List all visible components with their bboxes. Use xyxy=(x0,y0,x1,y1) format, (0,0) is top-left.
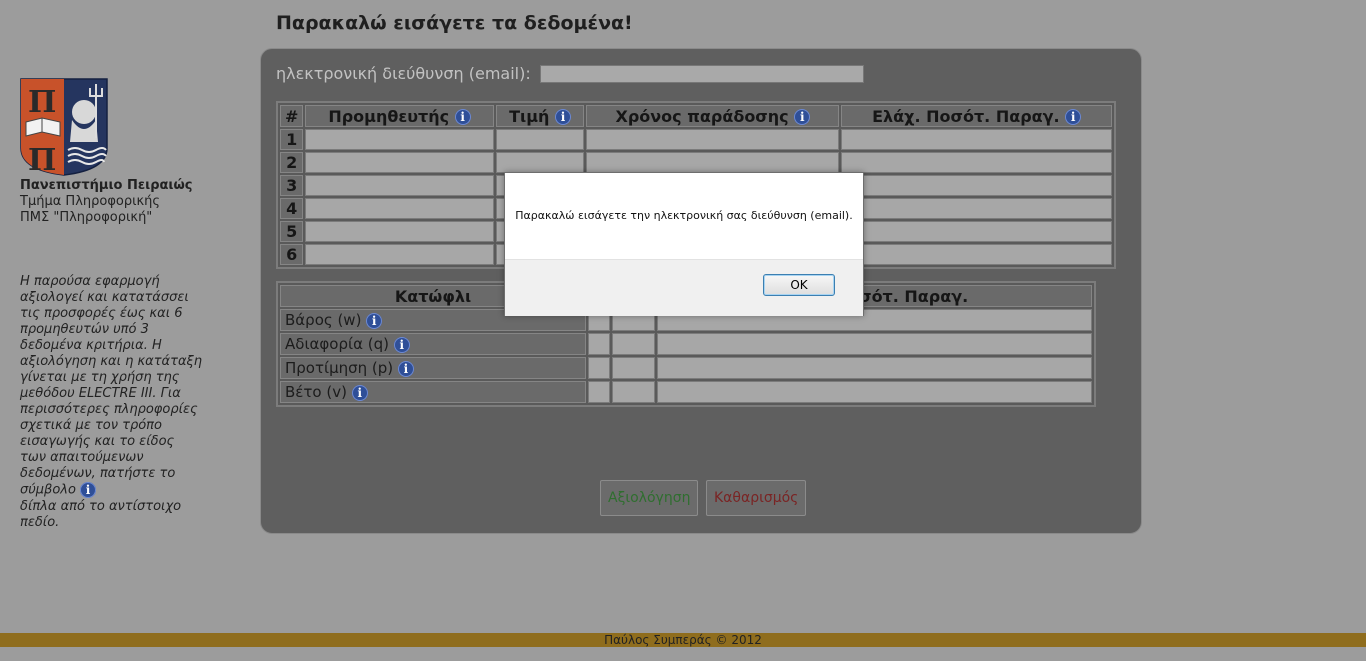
header-price-label: Τιμή xyxy=(509,106,550,126)
min-quantity-input[interactable] xyxy=(841,152,1112,173)
logo-letter-top: Π xyxy=(28,85,56,120)
threshold-label-text: Αδιαφορία (q) xyxy=(285,335,389,353)
email-label: ηλεκτρονική διεύθυνση (email): xyxy=(276,64,531,83)
supplier-input[interactable] xyxy=(305,175,494,196)
supplier-input[interactable] xyxy=(305,198,494,219)
table-row: Αδιαφορία (q) i xyxy=(280,333,1092,355)
weight-info-icon[interactable]: i xyxy=(366,312,383,329)
threshold-label-text: Βέτο (v) xyxy=(285,383,347,401)
row-number: 5 xyxy=(280,221,304,242)
university-logo: Π Π xyxy=(20,78,108,176)
min-quantity-input[interactable] xyxy=(841,221,1112,242)
email-input[interactable] xyxy=(540,65,864,83)
criterion-price-input[interactable] xyxy=(588,333,611,355)
supplier-info-icon[interactable]: i xyxy=(454,109,471,125)
min-quantity-input[interactable] xyxy=(841,175,1112,196)
preference-info-icon[interactable]: i xyxy=(397,360,414,377)
row-number: 1 xyxy=(280,129,304,150)
criterion-delivery-input[interactable] xyxy=(612,357,655,379)
university-name: Πανεπιστήμιο Πειραιώς xyxy=(20,178,193,193)
supplier-input[interactable] xyxy=(305,244,494,265)
table-row: Βέτο (v) i xyxy=(280,381,1092,403)
intro-paragraph-end: δίπλα από το αντίστοιχο πεδίο. xyxy=(20,498,182,530)
department-name: Τμήμα Πληροφορικής xyxy=(20,194,161,209)
threshold-label-text: Προτίμηση (p) xyxy=(285,359,394,377)
header-min-quantity-label: Ελάχ. Ποσότ. Παραγ. xyxy=(872,106,1060,126)
price-info-icon[interactable]: i xyxy=(554,109,571,125)
table-row: 2 xyxy=(280,152,1112,173)
threshold-label: Βέτο (v) i xyxy=(280,381,587,403)
info-icon: i xyxy=(80,482,97,498)
criterion-price-input[interactable] xyxy=(588,357,611,379)
min-quantity-input[interactable] xyxy=(841,244,1112,265)
row-number: 2 xyxy=(280,152,304,173)
header-min-quantity: Ελάχ. Ποσότ. Παραγ. i xyxy=(841,105,1112,127)
criterion-min-quantity-input[interactable] xyxy=(656,381,1092,403)
veto-info-icon[interactable]: i xyxy=(351,384,368,401)
criterion-price-input[interactable] xyxy=(588,381,611,403)
intro-paragraph: Η παρούσα εφαρμογή αξιολογεί και κατατάσ… xyxy=(20,274,203,498)
row-number: 3 xyxy=(280,175,304,196)
header-supplier-label: Προμηθευτής xyxy=(328,106,450,126)
price-input[interactable] xyxy=(495,129,585,150)
header-delivery-time-label: Χρόνος παράδοσης xyxy=(615,106,789,126)
threshold-label: Αδιαφορία (q) i xyxy=(280,333,587,355)
clear-button[interactable]: Καθαρισμός xyxy=(706,480,807,516)
threshold-label: Προτίμηση (p) i xyxy=(280,357,587,379)
supplier-input[interactable] xyxy=(305,129,494,150)
suppliers-header-row: # Προμηθευτής i Τιμή i Χρόνος παράδοσης … xyxy=(280,105,1112,127)
dialog-footer: OK xyxy=(505,259,863,316)
row-number: 6 xyxy=(280,244,304,265)
header-price: Τιμή i xyxy=(495,105,585,127)
price-input[interactable] xyxy=(495,152,585,173)
intro-text: Η παρούσα εφαρμογή αξιολογεί και κατατάσ… xyxy=(20,274,202,531)
min-quantity-input[interactable] xyxy=(841,198,1112,219)
row-number: 4 xyxy=(280,198,304,219)
table-row: Προτίμηση (p) i xyxy=(280,357,1092,379)
alert-dialog: Παρακαλώ εισάγετε την ηλεκτρονική σας δι… xyxy=(504,172,864,316)
logo-letter-bottom: Π xyxy=(28,143,56,176)
indifference-info-icon[interactable]: i xyxy=(393,336,410,353)
header-number: # xyxy=(280,105,304,127)
criterion-delivery-input[interactable] xyxy=(612,381,655,403)
dialog-message: Παρακαλώ εισάγετε την ηλεκτρονική σας δι… xyxy=(515,209,853,222)
sidebar: Π Π Πανεπιστήμιο Πειραιώς Τμήμα Πληροφορ… xyxy=(20,78,200,226)
evaluate-button[interactable]: Αξιολόγηση xyxy=(600,480,699,516)
header-number-label: # xyxy=(285,106,299,126)
criterion-delivery-input[interactable] xyxy=(612,333,655,355)
supplier-input[interactable] xyxy=(305,221,494,242)
delivery-time-input[interactable] xyxy=(586,129,840,150)
table-row: 1 xyxy=(280,129,1112,150)
program-name: ΠΜΣ "Πληροφορική" xyxy=(20,210,153,225)
criterion-min-quantity-input[interactable] xyxy=(656,333,1092,355)
ok-button[interactable]: OK xyxy=(763,274,835,296)
header-supplier: Προμηθευτής i xyxy=(305,105,494,127)
threshold-label-text: Βάρος (w) xyxy=(285,311,362,329)
page-title: Παρακαλώ εισάγετε τα δεδομένα! xyxy=(276,12,633,34)
header-delivery-time: Χρόνος παράδοσης i xyxy=(586,105,840,127)
footer-credit: Παύλος Συμπεράς © 2012 xyxy=(604,633,762,647)
supplier-input[interactable] xyxy=(305,152,494,173)
delivery-time-info-icon[interactable]: i xyxy=(794,109,811,125)
footer: Παύλος Συμπεράς © 2012 xyxy=(0,633,1366,647)
min-quantity-info-icon[interactable]: i xyxy=(1065,109,1082,125)
criterion-min-quantity-input[interactable] xyxy=(656,357,1092,379)
min-quantity-input[interactable] xyxy=(841,129,1112,150)
delivery-time-input[interactable] xyxy=(586,152,840,173)
